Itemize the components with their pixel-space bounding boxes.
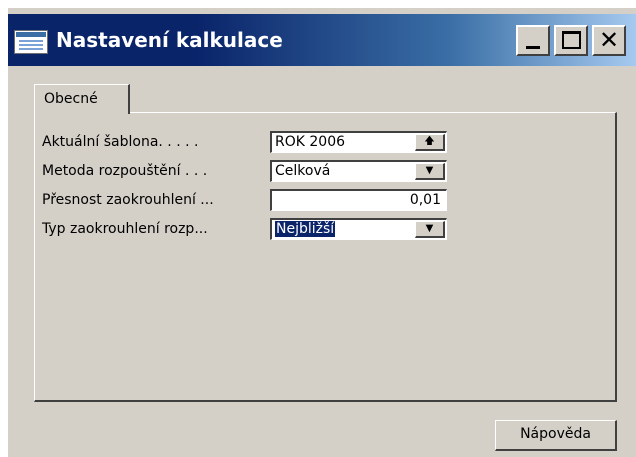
lookup-button[interactable]: 🡅 [415,134,445,151]
rounding-type-dropdown-button[interactable]: ▼ [415,221,445,238]
form-icon [14,30,48,54]
tab-obecne[interactable]: Obecné [34,84,130,114]
close-icon: ✕ [598,26,620,54]
dialog-window: Nastavení kalkulace ✕ Obecné Aktuální ša… [7,7,636,457]
help-button[interactable]: Nápověda [495,420,617,451]
method-value: Celková [275,163,331,179]
close-button[interactable]: ✕ [592,25,626,56]
field-label-precision: Přesnost zaokrouhlení ... [42,192,214,208]
template-value: ROK 2006 [275,134,346,150]
maximize-button[interactable] [554,25,588,56]
dropdown-arrow-icon: ▼ [425,165,434,176]
rounding-type-dropdown[interactable]: Nejbližší ▼ [270,218,447,240]
maximize-icon [562,31,581,49]
rounding-type-value: Nejbližší [275,221,336,237]
method-dropdown[interactable]: Celková ▼ [270,160,447,182]
title-bar[interactable]: Nastavení kalkulace ✕ [8,14,636,66]
method-dropdown-button[interactable]: ▼ [415,163,445,180]
tab-panel [34,112,617,402]
precision-field[interactable]: 0,01 [270,189,447,211]
field-label-rounding-type: Typ zaokrouhlení rozp... [42,221,208,237]
field-label-template: Aktuální šablona. . . . . [42,134,199,150]
field-label-method: Metoda rozpouštění . . . [42,163,208,179]
template-field[interactable]: ROK 2006 🡅 [270,131,447,153]
window-title: Nastavení kalkulace [56,28,283,52]
minimize-button[interactable] [516,25,550,56]
minimize-icon [526,46,540,49]
dropdown-arrow-icon: ▼ [425,223,434,234]
up-arrow-icon: 🡅 [424,136,435,147]
